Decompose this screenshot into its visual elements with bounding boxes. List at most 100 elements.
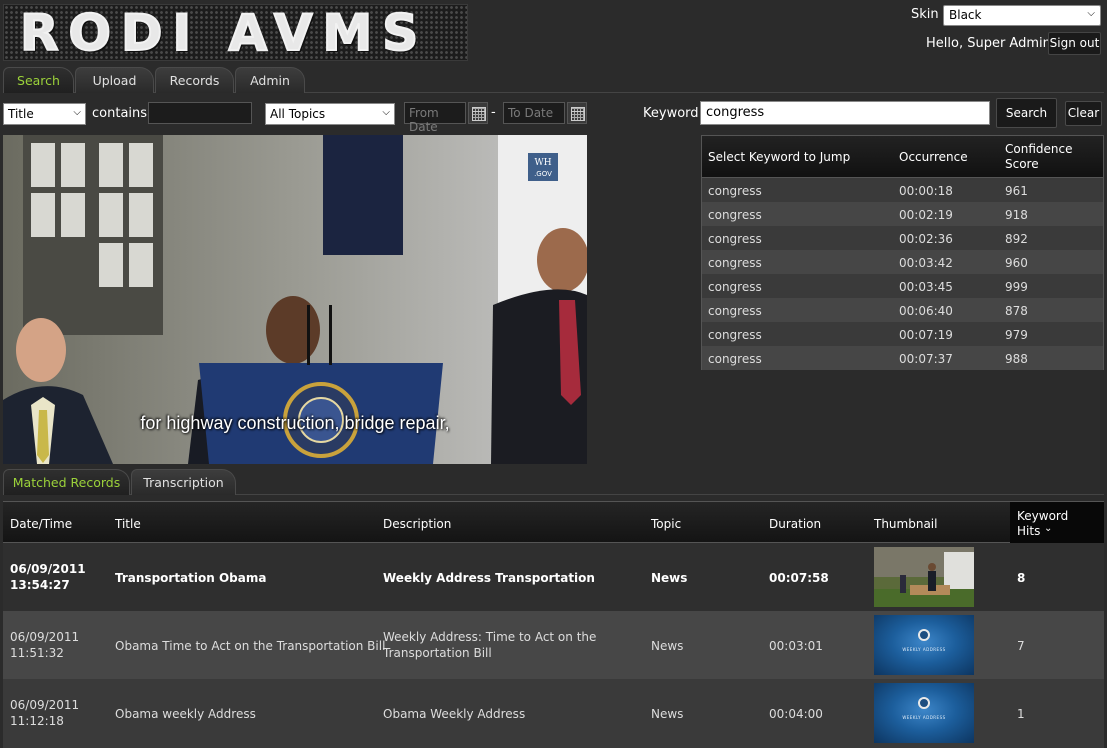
contains-label: contains bbox=[92, 106, 148, 121]
score-cell: 960 bbox=[1005, 256, 1028, 270]
occurrence-cell: 00:03:42 bbox=[899, 256, 953, 270]
keyword-label: Keyword bbox=[643, 106, 699, 121]
header-topic[interactable]: Topic bbox=[651, 517, 681, 531]
chevron-down-icon: ⌵ bbox=[73, 107, 81, 118]
table-row[interactable]: 06/09/2011 11:12:18 Obama weekly Address… bbox=[3, 679, 1104, 747]
score-cell: 878 bbox=[1005, 304, 1028, 318]
duration-cell: 00:04:00 bbox=[769, 707, 823, 721]
keyword-cell: congress bbox=[708, 184, 762, 198]
time-cell: 11:51:32 bbox=[10, 646, 64, 660]
thumbnail-image[interactable]: WEEKLY ADDRESS bbox=[874, 683, 974, 743]
header-score-1[interactable]: Confidence bbox=[1005, 142, 1072, 156]
keyword-row[interactable]: congress 00:02:19 918 bbox=[702, 202, 1103, 226]
keyword-row[interactable]: congress 00:07:37 988 bbox=[702, 346, 1103, 370]
occurrence-cell: 00:06:40 bbox=[899, 304, 953, 318]
keyword-cell: congress bbox=[708, 280, 762, 294]
occurrence-cell: 00:02:19 bbox=[899, 208, 953, 222]
table-row[interactable]: 06/09/2011 13:54:27 Transportation Obama… bbox=[3, 543, 1104, 611]
occurrence-cell: 00:02:36 bbox=[899, 232, 953, 246]
hits-cell: 7 bbox=[1017, 639, 1025, 653]
description-cell: Weekly Address: Time to Act on the bbox=[383, 630, 597, 644]
tab-matched-records[interactable]: Matched Records bbox=[3, 469, 130, 495]
topic-cell: News bbox=[651, 707, 684, 721]
calendar-icon[interactable] bbox=[468, 102, 488, 124]
header-hits-2[interactable]: Hits bbox=[1017, 524, 1040, 538]
score-cell: 988 bbox=[1005, 352, 1028, 366]
calendar-icon[interactable] bbox=[567, 102, 587, 124]
hits-cell: 8 bbox=[1017, 571, 1026, 585]
seal-icon bbox=[918, 697, 930, 709]
score-cell: 892 bbox=[1005, 232, 1028, 246]
thumbnail-image[interactable]: WEEKLY ADDRESS bbox=[874, 615, 974, 675]
header-occurrence[interactable]: Occurrence bbox=[899, 150, 968, 164]
occurrence-cell: 00:03:45 bbox=[899, 280, 953, 294]
topic-select-value: All Topics bbox=[270, 107, 326, 121]
video-player[interactable]: WH .GOV for highway construction, bridge… bbox=[3, 135, 587, 464]
header-hits-1[interactable]: Keyword bbox=[1017, 509, 1068, 523]
chevron-down-icon[interactable]: ⌄ bbox=[1044, 523, 1052, 534]
keyword-grid-header: Select Keyword to Jump Occurrence Confid… bbox=[702, 136, 1103, 178]
tab-records[interactable]: Records bbox=[155, 67, 234, 93]
title-cell: Obama Time to Act on the Transportation … bbox=[115, 639, 386, 653]
tab-transcription[interactable]: Transcription bbox=[131, 469, 236, 495]
time-cell: 11:12:18 bbox=[10, 714, 64, 728]
keyword-cell: congress bbox=[708, 232, 762, 246]
header-title[interactable]: Title bbox=[115, 517, 141, 531]
from-date-input[interactable]: From Date bbox=[404, 102, 466, 134]
tab-admin[interactable]: Admin bbox=[235, 67, 305, 93]
topic-cell: News bbox=[651, 639, 684, 653]
keyword-row[interactable]: congress 00:02:36 892 bbox=[702, 226, 1103, 250]
sign-out-button[interactable]: Sign out bbox=[1048, 32, 1101, 55]
keyword-row[interactable]: congress 00:06:40 878 bbox=[702, 298, 1103, 322]
keyword-row[interactable]: congress 00:03:42 960 bbox=[702, 250, 1103, 274]
watermark-text: WH bbox=[534, 158, 551, 168]
thumbnail-text: WEEKLY ADDRESS bbox=[902, 715, 946, 720]
thumbnail-image[interactable] bbox=[874, 547, 974, 607]
header-score-2[interactable]: Score bbox=[1005, 157, 1039, 171]
to-date-input[interactable]: To Date bbox=[503, 102, 565, 124]
records-table: Date/Time Title Description Topic Durati… bbox=[3, 501, 1104, 748]
tab-search[interactable]: Search bbox=[3, 67, 74, 93]
title-cell: Transportation Obama bbox=[115, 571, 267, 585]
keyword-cell: congress bbox=[708, 256, 762, 270]
records-header: Date/Time Title Description Topic Durati… bbox=[3, 502, 1104, 543]
topic-cell: News bbox=[651, 571, 688, 585]
skin-label: Skin bbox=[911, 7, 939, 22]
occurrence-cell: 00:07:19 bbox=[899, 328, 953, 342]
keyword-cell: congress bbox=[708, 304, 762, 318]
header-description[interactable]: Description bbox=[383, 517, 451, 531]
skin-select[interactable]: Black ⌵ bbox=[943, 5, 1101, 26]
keyword-grid: Select Keyword to Jump Occurrence Confid… bbox=[701, 135, 1104, 370]
header-datetime[interactable]: Date/Time bbox=[10, 517, 72, 531]
keyword-row[interactable]: congress 00:00:18 961 bbox=[702, 178, 1103, 202]
clear-button[interactable]: Clear bbox=[1065, 101, 1102, 126]
topic-select[interactable]: All Topics ⌵ bbox=[265, 103, 395, 125]
keyword-cell: congress bbox=[708, 352, 762, 366]
date-cell: 06/09/2011 bbox=[10, 562, 86, 576]
seal-icon bbox=[918, 629, 930, 641]
tab-upload[interactable]: Upload bbox=[75, 67, 154, 93]
thumbnail-photo bbox=[874, 547, 974, 607]
occurrence-cell: 00:07:37 bbox=[899, 352, 953, 366]
search-button[interactable]: Search bbox=[996, 98, 1057, 128]
keyword-cell: congress bbox=[708, 208, 762, 222]
time-cell: 13:54:27 bbox=[10, 578, 70, 592]
field-select[interactable]: Title ⌵ bbox=[3, 103, 86, 125]
thumbnail-text: WEEKLY ADDRESS bbox=[902, 647, 946, 652]
svg-text:.GOV: .GOV bbox=[534, 170, 552, 178]
field-select-value: Title bbox=[8, 107, 34, 121]
description-cell: Weekly Address Transportation bbox=[383, 571, 595, 585]
header-thumbnail[interactable]: Thumbnail bbox=[874, 517, 937, 531]
table-row[interactable]: 06/09/2011 11:51:32 Obama Time to Act on… bbox=[3, 611, 1104, 679]
duration-cell: 00:07:58 bbox=[769, 571, 829, 585]
video-caption: for highway construction, bridge repair, bbox=[140, 413, 450, 433]
title-cell: Obama weekly Address bbox=[115, 707, 256, 721]
keyword-input[interactable]: congress bbox=[700, 101, 990, 125]
keyword-row[interactable]: congress 00:07:19 979 bbox=[702, 322, 1103, 346]
logo: RODI AVMS bbox=[3, 4, 468, 61]
header-duration[interactable]: Duration bbox=[769, 517, 821, 531]
hits-cell: 1 bbox=[1017, 707, 1025, 721]
header-keyword[interactable]: Select Keyword to Jump bbox=[708, 150, 850, 164]
keyword-row[interactable]: congress 00:03:45 999 bbox=[702, 274, 1103, 298]
contains-input[interactable] bbox=[148, 102, 252, 124]
